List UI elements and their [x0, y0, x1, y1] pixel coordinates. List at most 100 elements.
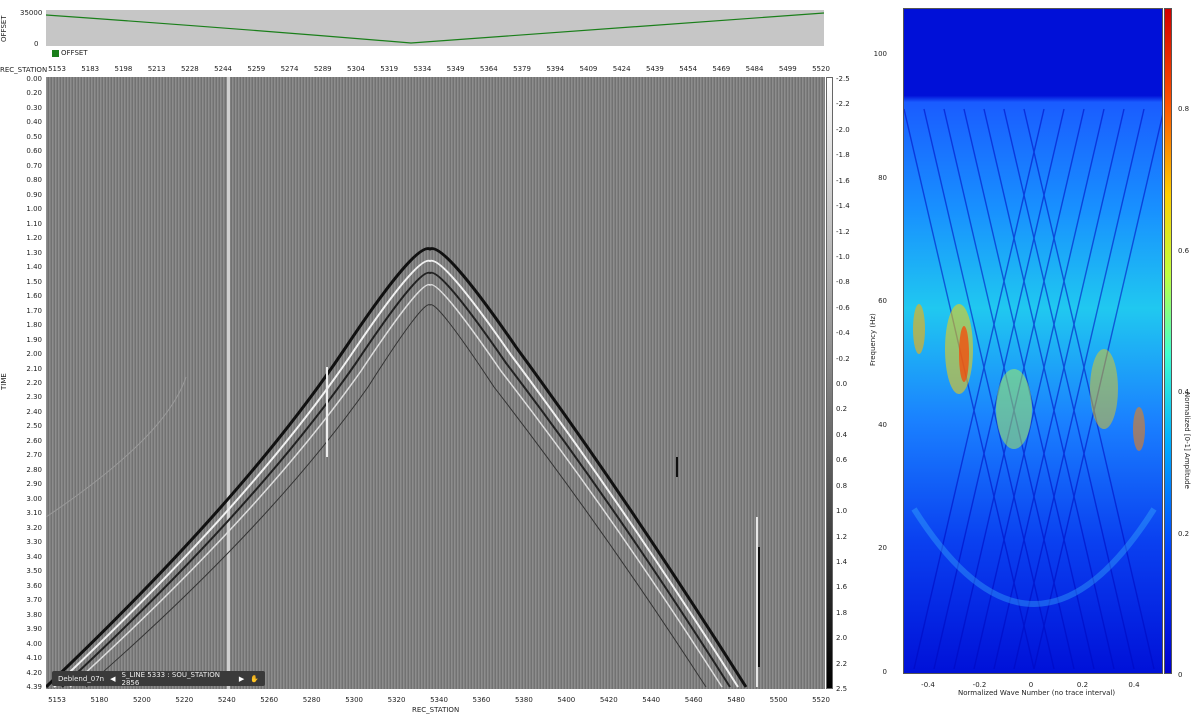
bottom-station-tick: 5300 [345, 696, 364, 704]
wavenumber-tick: 0.2 [1076, 681, 1089, 689]
time-tick: 2.40 [26, 407, 42, 416]
spectrum-colorbar-tick: 0.6 [1178, 246, 1190, 255]
offset-legend-label: OFFSET [61, 49, 88, 57]
amplitude-colorbar-tick: -0.4 [836, 329, 850, 338]
offset-axis-label: OFFSET [0, 15, 8, 42]
top-station-tick: 5153 [48, 65, 66, 73]
time-tick: 4.00 [26, 639, 42, 648]
time-tick: 1.00 [26, 205, 42, 214]
time-tick: 0.90 [26, 190, 42, 199]
amplitude-colorbar-tick: -1.8 [836, 151, 850, 160]
time-tick: 2.30 [26, 393, 42, 402]
amplitude-colorbar-tick: 0.0 [836, 380, 848, 388]
wavenumber-tick: -0.2 [972, 681, 987, 689]
top-station-tick: 5304 [347, 65, 365, 73]
time-tick: 2.20 [26, 379, 42, 387]
amplitude-colorbar-tick: -1.0 [836, 252, 850, 261]
bottom-station-tick: 5460 [684, 696, 703, 704]
top-station-tick: 5454 [679, 65, 698, 73]
wavenumber-tick: -0.4 [921, 681, 935, 689]
time-tick: 0.70 [26, 161, 42, 170]
amplitude-colorbar-tick: -2.2 [836, 100, 850, 109]
fk-spectrum-svg [904, 9, 1162, 673]
rec-station-axis-header: REC_STATION [0, 66, 48, 74]
dataset-name: Deblend_07n [58, 674, 105, 683]
amplitude-colorbar-tick: -1.4 [836, 202, 850, 211]
time-tick: 3.50 [26, 567, 42, 576]
previous-gather-button[interactable]: ◀ [110, 675, 115, 683]
frequency-tick: 20 [878, 544, 887, 553]
time-tick: 2.00 [26, 350, 42, 359]
bottom-station-tick: 5380 [514, 696, 533, 704]
amplitude-colorbar-tick: 1.8 [836, 608, 848, 617]
time-tick: 1.10 [26, 219, 42, 228]
bottom-station-tick: 5500 [769, 696, 788, 704]
spectrum-colorbar [1164, 8, 1172, 674]
time-tick: 1.30 [26, 248, 42, 257]
time-tick: 0.60 [26, 147, 42, 156]
top-station-tick: 5244 [214, 65, 232, 73]
top-station-tick: 5424 [612, 65, 631, 73]
time-tick: 4.39 [26, 683, 42, 691]
time-tick: 3.00 [26, 494, 42, 503]
seismic-section-view[interactable] [46, 77, 825, 689]
top-station-tick: 5213 [147, 65, 166, 73]
amplitude-colorbar-tick: -2.0 [836, 125, 850, 134]
amplitude-colorbar-tick: 1.4 [836, 557, 848, 566]
amplitude-colorbar-tick: 0.4 [836, 430, 848, 439]
time-tick: 0.40 [26, 118, 42, 127]
time-tick: 1.80 [26, 321, 42, 330]
top-station-tick: 5394 [546, 65, 565, 73]
time-tick: 0.00 [26, 75, 42, 83]
time-tick: 1.20 [26, 234, 42, 243]
offset-plot[interactable] [46, 10, 824, 46]
amplitude-colorbar-tick: 0.2 [836, 405, 848, 414]
amplitude-colorbar-tick: -0.6 [836, 303, 850, 312]
time-tick: 0.80 [26, 176, 42, 185]
bottom-station-tick: 5220 [175, 696, 194, 704]
offset-legend-swatch [52, 50, 59, 57]
bottom-station-tick: 5280 [302, 696, 321, 704]
top-station-tick: 5379 [513, 65, 531, 73]
time-tick: 0.20 [26, 89, 42, 98]
wavenumber-axis-label: Normalized Wave Number (no trace interva… [958, 689, 1116, 697]
top-station-tick: 5259 [247, 65, 266, 73]
dead-trace-marker [227, 77, 230, 689]
rec-station-xlabel: REC_STATION [412, 706, 460, 714]
offset-ytick-min: 0 [34, 40, 39, 48]
frequency-tick: 40 [878, 420, 887, 429]
amplitude-colorbar-tick: -1.2 [836, 227, 850, 236]
time-tick: 2.80 [26, 465, 42, 474]
time-tick: 0.30 [26, 103, 42, 112]
amplitude-colorbar-tick: 1.2 [836, 532, 848, 541]
top-station-tick: 5364 [479, 65, 498, 73]
bottom-station-tick: 5153 [48, 696, 66, 704]
amplitude-colorbar-tick: -0.2 [836, 354, 850, 363]
top-station-tick: 5319 [380, 65, 399, 73]
frequency-tick: 0 [882, 668, 887, 676]
time-tick: 1.50 [26, 277, 42, 286]
amplitude-colorbar-tick: 0.8 [836, 481, 848, 490]
amplitude-colorbar-tick: 1.6 [836, 583, 848, 592]
pan-hand-icon[interactable]: ✋ [250, 675, 259, 683]
bottom-station-tick: 5180 [90, 696, 109, 704]
bottom-station-tick: 5520 [812, 696, 830, 704]
bottom-station-tick: 5420 [599, 696, 618, 704]
top-station-tick: 5484 [745, 65, 764, 73]
spectrum-colorbar-tick: 0 [1178, 671, 1183, 679]
offset-plot-svg [46, 12, 824, 44]
seismic-section-svg [46, 77, 825, 689]
amplitude-colorbar-tick: 1.0 [836, 507, 848, 516]
bottom-station-tick: 5400 [557, 696, 576, 704]
top-station-tick: 5274 [280, 65, 299, 73]
amplitude-colorbar-tick: -2.5 [836, 75, 850, 83]
bottom-station-tick: 5440 [642, 696, 661, 704]
top-station-tick: 5289 [313, 65, 332, 73]
next-gather-button[interactable]: ▶ [239, 675, 244, 683]
fk-spectrum-view[interactable] [903, 8, 1163, 674]
gather-position-label: S_LINE 5333 : SOU_STATION 2856 [121, 670, 221, 687]
time-tick: 4.20 [26, 668, 42, 677]
time-tick: 3.40 [26, 552, 42, 561]
frequency-tick: 80 [878, 173, 887, 182]
top-station-tick: 5183 [81, 65, 100, 73]
